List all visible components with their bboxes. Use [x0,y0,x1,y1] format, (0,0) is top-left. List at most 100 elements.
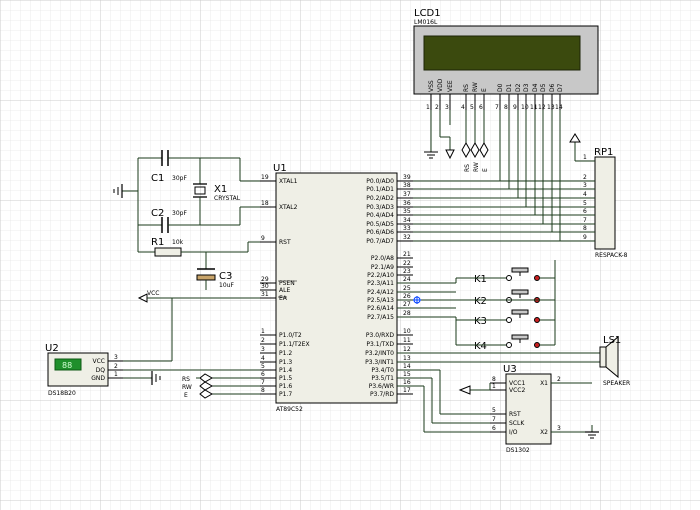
lcd-pin-name: RW [472,82,479,92]
c1-ref: C1 [151,173,164,184]
rp-pin-number: 7 [583,217,587,224]
u1-left-pin-name: P1.0/T2 [279,332,302,339]
u1-left-pin-number: 1 [261,328,265,335]
lcd-pin-name: D6 [549,83,556,92]
u1-right-pin-number: 12 [403,346,411,353]
u1-right-pin-number: 14 [403,363,411,370]
u1-right-pin-number: 27 [403,301,411,308]
u2-model: DS18B20 [48,390,76,397]
r1-value: 10k [172,239,184,246]
u1-net-rs: RS [182,376,190,383]
u1-left-pin-number: 3 [261,346,265,353]
u3-right-pin-name: X1 [540,380,548,387]
u1-right-pin-name: P3.7/RD [370,391,394,398]
key-label: K3 [474,316,487,327]
u1-left-pin-name: P1.6 [279,383,292,390]
u1-right-pin-name: P2.3/A11 [367,280,394,287]
u1-right-pin-number: 21 [403,251,411,258]
rp-pin-number: 2 [583,174,587,181]
u1-right-pins: 39 P0.0/AD0 38 P0.1/AD1 37 P0.2/AD2 36 P0.3/AD3… [365,174,413,398]
lcd-pin-name: D7 [557,83,564,92]
u3-left-pin-number: 6 [492,425,496,432]
schematic-canvas[interactable]: LCD1 LM016L VSS 1 VDD 2 VEE 3 RS 4 RW 5 E 6 D0 7 D1 8 D2… [0,0,700,510]
u1-right-pin-number: 28 [403,310,411,317]
u1-left-pin-number: 30 [261,283,269,290]
u1-left-pin-number: 9 [261,235,265,242]
u1-right-pin-number: 38 [403,182,411,189]
u1-right-pin-number: 39 [403,174,411,181]
u1-right-pin-number: 26 [403,293,411,300]
speaker-ref: LS1 [603,335,621,346]
u1-right-pin-name: P0.2/AD2 [366,195,394,202]
u1-right-pin-number: 24 [403,276,411,283]
u3-left-pin-name: I/O [509,429,518,436]
vcc-label: VCC [147,290,159,297]
u1-right-pin-name: P2.4/A12 [367,289,394,296]
key-label: K1 [474,274,487,285]
u1-component[interactable]: U1 AT89C52 19XTAL118XTAL29RST29PSEN30ALE… [260,163,413,413]
rp-body [594,156,616,250]
u3-right-pin-number: 2 [557,376,561,383]
u1-left-pin-number: 5 [261,363,265,370]
u3-ref: U3 [503,364,517,375]
lcd-pin-name: VEE [447,80,454,92]
lcd-pin-number: 14 [555,104,563,111]
u1-right-pin-name: P2.5/A13 [367,297,394,304]
u1-right-pin-number: 15 [403,371,411,378]
u1-right-pin-number: 11 [403,337,411,344]
u1-right-pin-number: 37 [403,191,411,198]
u1-left-pin-name: P1.2 [279,350,292,357]
c2-value: 30pF [172,210,187,217]
speaker-model: SPEAKER [603,380,630,387]
lcd-net-rs: RS [464,164,471,172]
u1-left-pin-number: 6 [261,371,265,378]
lcd-net-e: E [482,168,489,172]
u1-left-pin-number: 31 [261,291,269,298]
u1-right-pin-number: 33 [403,225,411,232]
u1-ref: U1 [273,163,287,174]
u1-right-pin-number: 32 [403,234,411,241]
c3-value: 10uF [219,282,234,289]
lcd-pin-name: D4 [532,83,539,92]
lcd-net-rw: RW [473,162,480,172]
u1-right-pin-number: 16 [403,379,411,386]
lcd-pin-number: 8 [504,104,508,111]
u3-right-pin-name: X2 [540,429,548,436]
lcd-pin-number: 13 [547,104,555,111]
x1-ref: X1 [214,184,227,195]
u3-left-pin-name: RST [509,411,521,418]
u2-pin-name: VCC [93,358,105,365]
u3-left-pin-number: 7 [492,416,496,423]
key-label: K2 [474,296,487,307]
u1-net-e: E [184,392,188,399]
u2-pin-name: DQ [96,367,106,374]
u2-pin-number: 1 [114,371,118,378]
c1-value: 30pF [172,175,187,182]
u1-right-pin-name: P3.0/RXD [366,332,394,339]
u3-left-pin-number: 1 [492,383,496,390]
u1-left-pin-name: ALE [279,287,290,294]
lcd-pin-number: 12 [538,104,546,111]
u1-right-pin-name: P2.1/A9 [371,264,394,271]
u1-right-pin-name: P2.6/A14 [367,305,394,312]
rp-pin-number: 4 [583,191,587,198]
u3-left-pin-name: VCC2 [509,387,525,394]
rp-pin-number: 1 [583,154,587,161]
u1-right-pin-number: 23 [403,268,411,275]
lcd-pin-number: 4 [461,104,465,111]
r1-ref: R1 [151,237,164,248]
u3-right-pin-number: 3 [557,425,561,432]
u3-left-pin-number: 8 [492,376,496,383]
u1-right-pin-name: P0.0/AD0 [366,178,394,185]
rp-model: RESPACK-8 [595,252,628,259]
u1-right-pin-number: 10 [403,328,411,335]
lcd-pin-number: 3 [445,104,449,111]
lcd-pin-name: D0 [497,83,504,92]
lcd-pin-name: D2 [515,83,522,92]
u1-left-pin-name: P1.3 [279,359,292,366]
lcd-pin-name: D5 [540,83,547,92]
rp-pin-number: 9 [583,234,587,241]
u1-left-pin-number: 19 [261,174,269,181]
u1-left-pin-number: 8 [261,387,265,394]
u1-left-pin-name: P1.4 [279,367,292,374]
